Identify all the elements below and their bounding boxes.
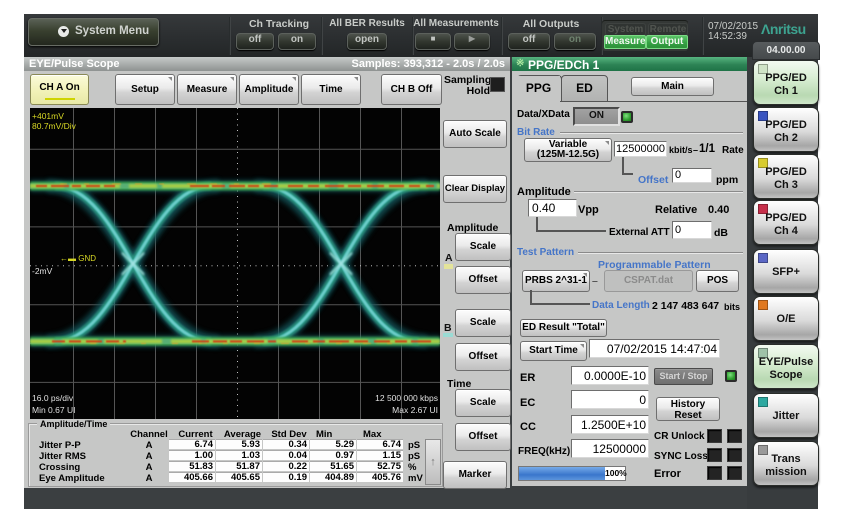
svg-text:16.0 ps/div: 16.0 ps/div [32,393,74,403]
svg-text:80.7mV/Div: 80.7mV/Div [32,121,77,131]
svg-text:Min 0.67 UI: Min 0.67 UI [32,405,75,415]
svg-text:12 500 000 kbps: 12 500 000 kbps [375,393,438,403]
svg-text:-2mV: -2mV [32,266,53,276]
svg-text:Max 2.67 UI: Max 2.67 UI [392,405,438,415]
svg-text:←▬ GND: ←▬ GND [60,254,96,263]
svg-text:+401mV: +401mV [32,111,64,121]
